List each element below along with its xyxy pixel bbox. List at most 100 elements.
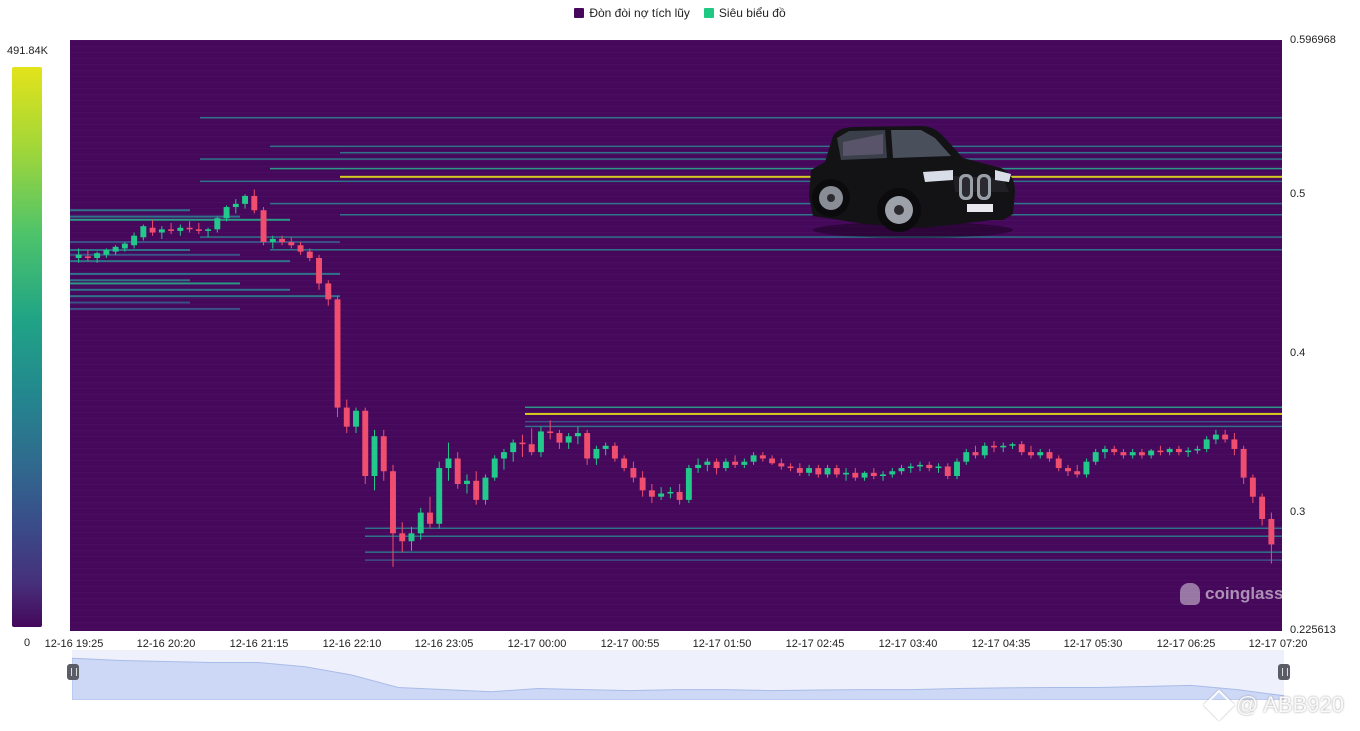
x-tick-label: 12-17 00:55 bbox=[600, 638, 660, 650]
candle-body bbox=[602, 445, 609, 449]
candle-body bbox=[667, 491, 674, 494]
candle-body bbox=[852, 472, 859, 478]
legend-item-super-chart[interactable]: Siêu biểu đồ bbox=[703, 6, 786, 20]
liquidity-band bbox=[270, 167, 1282, 170]
x-tick-label: 12-17 07:20 bbox=[1248, 638, 1308, 650]
candle-body bbox=[177, 227, 184, 231]
colorbar-min-label: 0 bbox=[24, 637, 31, 649]
candle-body bbox=[1157, 450, 1164, 453]
candle-body bbox=[454, 458, 461, 484]
colorbar-max-label: 491.84K bbox=[7, 45, 48, 57]
candle-body bbox=[658, 493, 665, 497]
candle-body bbox=[565, 436, 572, 443]
time-range-navigator[interactable] bbox=[71, 650, 1285, 701]
liquidity-band bbox=[70, 295, 340, 298]
candle-body bbox=[1065, 468, 1071, 472]
liquidity-band bbox=[70, 307, 240, 310]
candle-body bbox=[889, 471, 896, 475]
candle-body bbox=[695, 464, 702, 469]
candle-body bbox=[704, 461, 711, 465]
candle-body bbox=[149, 227, 156, 233]
candle-body bbox=[1055, 458, 1062, 469]
candle-body bbox=[815, 468, 822, 475]
candle-body bbox=[528, 444, 535, 453]
candle-body bbox=[482, 477, 489, 500]
candle-body bbox=[251, 195, 258, 211]
candle-body bbox=[769, 458, 776, 464]
candle-body bbox=[334, 299, 341, 408]
chart-legend: Đòn đòi nợ tích lũy Siêu biểu đồ bbox=[0, 6, 1360, 20]
candle-body bbox=[500, 452, 507, 459]
candle-body bbox=[1120, 452, 1127, 456]
candle-body bbox=[593, 448, 600, 459]
candle-body bbox=[1222, 434, 1229, 440]
candle-body bbox=[445, 458, 452, 469]
candle-body bbox=[306, 251, 313, 258]
liquidity-band bbox=[200, 116, 1282, 119]
candle-body bbox=[750, 455, 757, 462]
candle-body bbox=[907, 466, 914, 469]
candle-body bbox=[796, 468, 803, 473]
candle-body bbox=[75, 254, 82, 258]
y-tick-label: 0.596968 bbox=[1290, 34, 1336, 46]
candle-body bbox=[732, 461, 739, 465]
liquidity-band bbox=[200, 158, 1282, 160]
y-tick-label: 0.3 bbox=[1290, 506, 1306, 518]
x-tick-label: 12-16 22:10 bbox=[322, 638, 382, 650]
candle-body bbox=[556, 433, 563, 443]
candle-body bbox=[870, 472, 877, 477]
candle-body bbox=[722, 461, 729, 469]
navigator-area-chart bbox=[71, 657, 1285, 701]
candle-body bbox=[1083, 461, 1090, 475]
y-tick-label: 0.4 bbox=[1290, 347, 1306, 359]
navigator-left-handle[interactable] bbox=[67, 664, 79, 680]
candle-body bbox=[1028, 452, 1034, 456]
candle-body bbox=[195, 229, 202, 231]
candle-body bbox=[972, 452, 979, 456]
candle-body bbox=[205, 229, 212, 231]
candle-body bbox=[1148, 450, 1155, 456]
candle-body bbox=[1240, 448, 1247, 478]
liquidity-band bbox=[270, 145, 1282, 148]
candle-body bbox=[269, 238, 276, 243]
candle-body bbox=[242, 195, 249, 204]
candle-body bbox=[898, 468, 905, 472]
candle-body bbox=[297, 245, 304, 252]
candle-body bbox=[630, 468, 637, 478]
candle-body bbox=[158, 229, 165, 233]
candle-body bbox=[1138, 452, 1145, 456]
liquidity-band bbox=[270, 202, 1282, 205]
x-tick-label: 12-17 04:35 bbox=[971, 638, 1031, 650]
candle-body bbox=[131, 235, 138, 246]
candle-body bbox=[112, 246, 119, 252]
liquidity-band bbox=[200, 236, 1282, 238]
candle-body bbox=[390, 471, 396, 534]
heatmap-plot-area[interactable] bbox=[70, 40, 1282, 631]
candle-body bbox=[833, 468, 840, 475]
candle-body bbox=[94, 253, 101, 258]
legend-item-cumulative-liquidation[interactable]: Đòn đòi nợ tích lũy bbox=[574, 6, 690, 20]
candle-body bbox=[140, 226, 147, 238]
author-credit: @ ABB920 bbox=[1203, 689, 1344, 721]
candle-body bbox=[353, 410, 359, 427]
navigator-right-handle[interactable] bbox=[1278, 664, 1290, 680]
candle-body bbox=[1194, 448, 1201, 451]
coinglass-logo-icon bbox=[1180, 583, 1200, 605]
liquidity-band bbox=[70, 209, 190, 212]
candle-body bbox=[371, 436, 378, 477]
candle-body bbox=[648, 490, 655, 497]
candle-body bbox=[954, 461, 960, 477]
candle-body bbox=[1231, 439, 1238, 449]
candle-body bbox=[584, 433, 591, 459]
candle-body bbox=[824, 468, 831, 475]
x-tick-label: 12-17 06:25 bbox=[1156, 638, 1216, 650]
candle-body bbox=[1074, 471, 1081, 475]
candle-body bbox=[343, 407, 350, 427]
candle-body bbox=[362, 410, 369, 477]
candle-body bbox=[186, 227, 193, 230]
candle-body bbox=[981, 445, 988, 456]
candle-body bbox=[1111, 448, 1118, 453]
liquidity-band bbox=[525, 425, 1282, 428]
legend-swatch-purple bbox=[574, 8, 585, 18]
candle-body bbox=[935, 466, 942, 469]
